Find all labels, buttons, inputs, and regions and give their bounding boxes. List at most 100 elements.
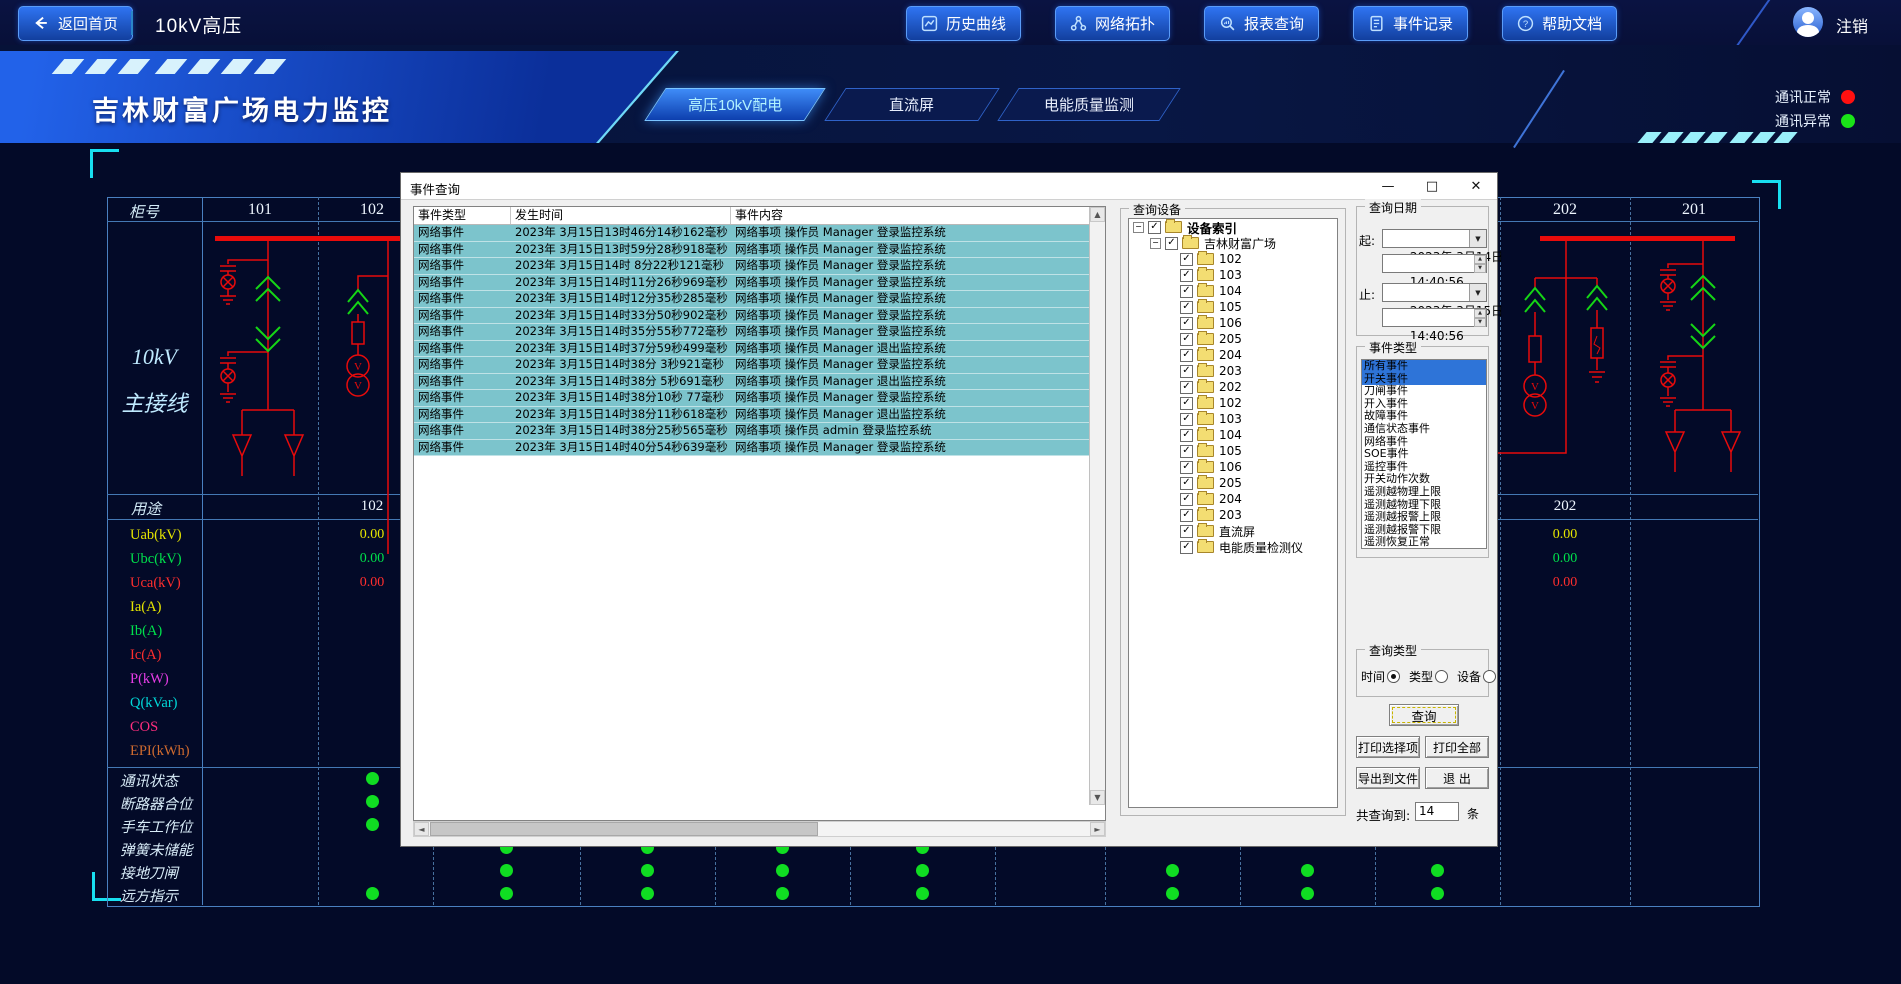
from-time-input[interactable]: 14:40:56 ▲▼ (1382, 254, 1487, 273)
from-date-select[interactable]: 2023年 3月14日 ▼ (1382, 229, 1487, 248)
tree-expander-icon[interactable]: − (1133, 222, 1144, 233)
query-type-option[interactable]: 类型 (1409, 668, 1448, 685)
event-type-option[interactable]: 通信状态事件 (1362, 423, 1486, 436)
event-type-option[interactable]: SOE事件 (1362, 448, 1486, 461)
event-table-row[interactable]: 网络事件2023年 3月15日14时40分54秒639毫秒网络事项 操作员 Ma… (414, 440, 1105, 457)
tree-checkbox[interactable]: ✓ (1148, 221, 1161, 234)
to-time-input[interactable]: 14:40:56 ▲▼ (1382, 308, 1487, 327)
tree-checkbox[interactable]: ✓ (1180, 317, 1193, 330)
logout-button[interactable]: 注销 (1836, 13, 1868, 37)
scroll-right-icon[interactable]: ► (1090, 822, 1105, 836)
print-selected-button[interactable]: 打印选择项 (1356, 736, 1420, 758)
event-table-row[interactable]: 网络事件2023年 3月15日14时12分35秒285毫秒网络事项 操作员 Ma… (414, 291, 1105, 308)
dropdown-arrow-icon[interactable]: ▼ (1469, 284, 1486, 301)
tree-checkbox[interactable]: ✓ (1180, 541, 1193, 554)
tree-checkbox[interactable]: ✓ (1180, 285, 1193, 298)
tree-item[interactable]: ✓104 (1129, 427, 1337, 443)
event-table-row[interactable]: 网络事件2023年 3月15日14时38分 3秒921毫秒网络事项 操作员 Ma… (414, 357, 1105, 374)
to-date-select[interactable]: 2023年 3月15日 ▼ (1382, 283, 1487, 302)
event-table-row[interactable]: 网络事件2023年 3月15日14时 8分22秒121毫秒网络事项 操作员 Ma… (414, 258, 1105, 275)
tab-dc-panel[interactable]: 直流屏 (824, 88, 999, 121)
close-button[interactable]: ✕ (1455, 173, 1497, 199)
result-count-field[interactable]: 14 (1415, 802, 1459, 821)
horizontal-scrollbar[interactable]: ◄ ► (413, 821, 1106, 837)
tree-item[interactable]: ✓104 (1129, 283, 1337, 299)
nav-event-log-button[interactable]: 事件记录 (1353, 6, 1468, 41)
event-table-column-header[interactable]: 事件内容 (731, 207, 1092, 224)
event-table-row[interactable]: 网络事件2023年 3月15日14时38分11秒618毫秒网络事项 操作员 Ma… (414, 407, 1105, 424)
dialog-titlebar[interactable]: 事件查询 — □ ✕ (401, 173, 1497, 200)
event-table-row[interactable]: 网络事件2023年 3月15日14时11分26秒969毫秒网络事项 操作员 Ma… (414, 275, 1105, 292)
scroll-up-icon[interactable]: ▲ (1090, 207, 1105, 222)
back-home-button[interactable]: 返回首页 (18, 6, 133, 41)
tree-item[interactable]: ✓203 (1129, 363, 1337, 379)
tree-checkbox[interactable]: ✓ (1180, 333, 1193, 346)
tree-expander-icon[interactable]: − (1150, 238, 1161, 249)
event-type-option[interactable]: 遥测越物理上限 (1362, 486, 1486, 499)
tree-checkbox[interactable]: ✓ (1180, 445, 1193, 458)
tree-checkbox[interactable]: ✓ (1180, 381, 1193, 394)
tree-item[interactable]: ✓106 (1129, 315, 1337, 331)
nav-report-query-button[interactable]: 报表查询 (1204, 6, 1319, 41)
event-table-column-header[interactable]: 发生时间 (511, 207, 731, 224)
tree-item[interactable]: ✓205 (1129, 475, 1337, 491)
tree-item[interactable]: −✓设备索引 (1129, 219, 1337, 235)
tree-item[interactable]: ✓直流屏 (1129, 523, 1337, 539)
query-button[interactable]: 查询 (1389, 704, 1459, 726)
tree-checkbox[interactable]: ✓ (1180, 365, 1193, 378)
radio-button[interactable] (1387, 670, 1400, 683)
event-table-row[interactable]: 网络事件2023年 3月15日13时46分14秒162毫秒网络事项 操作员 Ma… (414, 225, 1105, 242)
tree-checkbox[interactable]: ✓ (1180, 413, 1193, 426)
event-table-column-header[interactable]: 事件类型 (414, 207, 511, 224)
tree-item[interactable]: ✓105 (1129, 443, 1337, 459)
time-spinner[interactable]: ▲▼ (1474, 255, 1486, 272)
horizontal-scroll-thumb[interactable] (430, 822, 818, 836)
nav-help-doc-button[interactable]: ? 帮助文档 (1502, 6, 1617, 41)
tree-item[interactable]: ✓205 (1129, 331, 1337, 347)
tree-item[interactable]: ✓203 (1129, 507, 1337, 523)
event-table-row[interactable]: 网络事件2023年 3月15日14时38分 5秒691毫秒网络事项 操作员 Ma… (414, 374, 1105, 391)
tree-item[interactable]: ✓204 (1129, 347, 1337, 363)
event-table-row[interactable]: 网络事件2023年 3月15日14时38分25秒565毫秒网络事项 操作员 ad… (414, 423, 1105, 440)
tree-checkbox[interactable]: ✓ (1180, 301, 1193, 314)
query-type-option[interactable]: 时间 (1361, 668, 1400, 685)
tree-checkbox[interactable]: ✓ (1180, 477, 1193, 490)
event-type-option[interactable]: 遥测越报警上限 (1362, 511, 1486, 524)
tree-item[interactable]: ✓102 (1129, 395, 1337, 411)
tree-checkbox[interactable]: ✓ (1180, 509, 1193, 522)
minimize-button[interactable]: — (1367, 173, 1409, 199)
tree-item[interactable]: −✓吉林财富广场 (1129, 235, 1337, 251)
tree-checkbox[interactable]: ✓ (1180, 429, 1193, 442)
scroll-down-icon[interactable]: ▼ (1090, 790, 1105, 805)
tab-hv-10kv[interactable]: 高压10kV配电 (644, 88, 825, 121)
event-type-option[interactable]: 所有事件 (1362, 360, 1486, 373)
event-table-row[interactable]: 网络事件2023年 3月15日14时33分50秒902毫秒网络事项 操作员 Ma… (414, 308, 1105, 325)
tab-power-quality[interactable]: 电能质量监测 (997, 88, 1180, 121)
event-type-option[interactable]: 遥测恢复正常 (1362, 536, 1486, 549)
tree-checkbox[interactable]: ✓ (1180, 397, 1193, 410)
time-spinner[interactable]: ▲▼ (1474, 309, 1486, 326)
export-file-button[interactable]: 导出到文件 (1356, 767, 1420, 789)
tree-item[interactable]: ✓204 (1129, 491, 1337, 507)
tree-checkbox[interactable]: ✓ (1180, 269, 1193, 282)
radio-button[interactable] (1483, 670, 1496, 683)
event-table-row[interactable]: 网络事件2023年 3月15日14时35分55秒772毫秒网络事项 操作员 Ma… (414, 324, 1105, 341)
query-type-option[interactable]: 设备 (1457, 668, 1496, 685)
nav-history-curve-button[interactable]: 历史曲线 (906, 6, 1021, 41)
maximize-button[interactable]: □ (1411, 173, 1453, 199)
avatar[interactable] (1793, 7, 1823, 37)
tree-item[interactable]: ✓电能质量检测仪 (1129, 539, 1337, 555)
nav-network-topology-button[interactable]: 网络拓扑 (1055, 6, 1170, 41)
event-type-option[interactable]: 刀闸事件 (1362, 385, 1486, 398)
dropdown-arrow-icon[interactable]: ▼ (1469, 230, 1486, 247)
vertical-scrollbar[interactable]: ▲ ▼ (1089, 207, 1105, 805)
tree-checkbox[interactable]: ✓ (1165, 237, 1178, 250)
tree-item[interactable]: ✓103 (1129, 267, 1337, 283)
tree-item[interactable]: ✓102 (1129, 251, 1337, 267)
event-table-row[interactable]: 网络事件2023年 3月15日14时37分59秒499毫秒网络事项 操作员 Ma… (414, 341, 1105, 358)
exit-button[interactable]: 退 出 (1425, 767, 1489, 789)
tree-checkbox[interactable]: ✓ (1180, 253, 1193, 266)
tree-item[interactable]: ✓103 (1129, 411, 1337, 427)
print-all-button[interactable]: 打印全部 (1425, 736, 1489, 758)
event-table-row[interactable]: 网络事件2023年 3月15日14时38分10秒 77毫秒网络事项 操作员 Ma… (414, 390, 1105, 407)
